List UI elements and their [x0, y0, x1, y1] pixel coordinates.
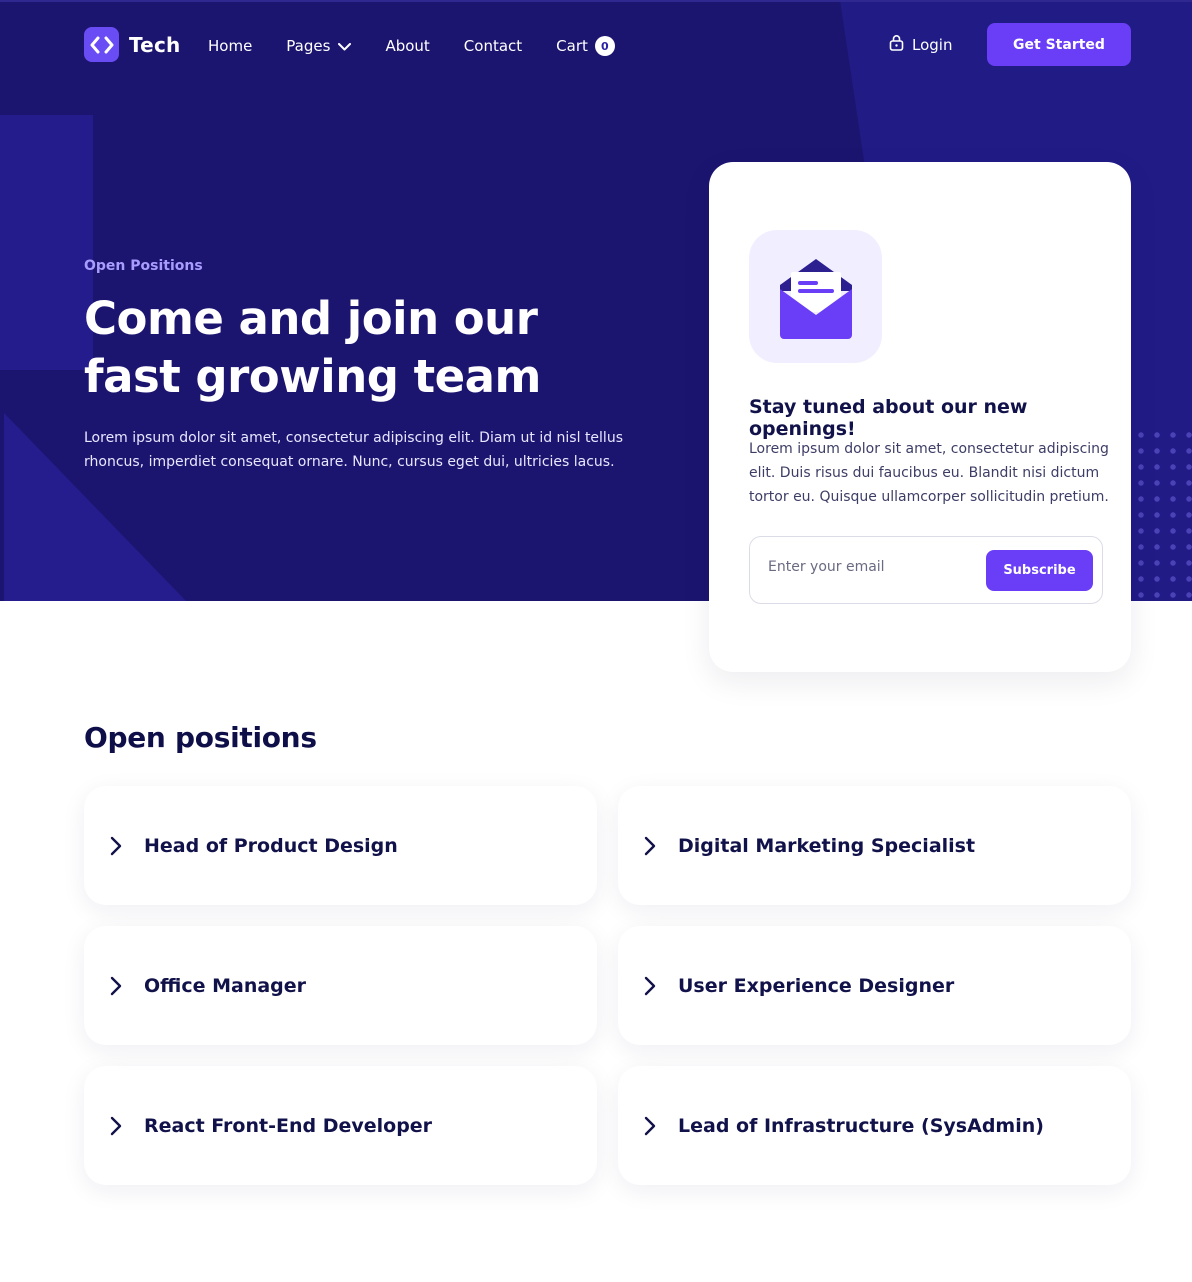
hero-top-border	[0, 0, 1192, 2]
position-card[interactable]: Digital Marketing Specialist	[618, 786, 1131, 905]
nav-about[interactable]: About	[385, 37, 429, 55]
nav-cart-label: Cart	[556, 37, 588, 55]
nav-pages-dropdown[interactable]: Pages	[286, 37, 352, 55]
position-title: Office Manager	[144, 974, 307, 997]
position-title: Lead of Infrastructure (SysAdmin)	[678, 1114, 1044, 1137]
hero-decor-rect	[0, 115, 93, 370]
mail-open-icon	[749, 230, 882, 363]
nav-home-label: Home	[208, 37, 253, 55]
subscribe-card: Stay tuned about our new openings! Lorem…	[709, 162, 1131, 672]
chevron-down-icon	[338, 37, 352, 55]
position-card[interactable]: Head of Product Design	[84, 786, 597, 905]
lock-icon	[889, 34, 904, 55]
position-card[interactable]: Office Manager	[84, 926, 597, 1045]
main-nav: Home Pages About Contact Cart 0	[208, 36, 649, 56]
get-started-button[interactable]: Get Started	[987, 23, 1131, 66]
subscribe-form: Subscribe	[749, 536, 1103, 604]
nav-contact[interactable]: Contact	[464, 37, 522, 55]
code-brackets-icon	[84, 27, 119, 62]
cart-count-badge: 0	[594, 36, 615, 56]
brand-name: Tech	[129, 32, 181, 57]
hero-eyebrow: Open Positions	[84, 258, 203, 274]
nav-home[interactable]: Home	[208, 37, 252, 55]
nav-cart[interactable]: Cart 0	[556, 36, 615, 56]
email-input[interactable]	[768, 559, 968, 575]
nav-about-label: About	[385, 37, 430, 55]
login-label: Login	[912, 35, 953, 54]
login-link[interactable]: Login	[889, 34, 952, 55]
hero-description: Lorem ipsum dolor sit amet, consectetur …	[84, 430, 623, 470]
position-title: React Front-End Developer	[144, 1114, 433, 1137]
chevron-right-icon	[110, 976, 124, 996]
position-card[interactable]: React Front-End Developer	[84, 1066, 597, 1185]
brand-logo[interactable]: Tech	[84, 27, 180, 62]
position-title: Head of Product Design	[144, 834, 398, 857]
chevron-right-icon	[644, 976, 658, 996]
position-title: User Experience Designer	[678, 974, 955, 997]
subscribe-title: Stay tuned about our new openings!	[749, 396, 1028, 440]
subscribe-description: Lorem ipsum dolor sit amet, consectetur …	[749, 441, 1109, 505]
nav-contact-label: Contact	[463, 37, 523, 55]
position-title: Digital Marketing Specialist	[678, 834, 976, 857]
open-positions-title: Open positions	[84, 721, 317, 754]
subscribe-button[interactable]: Subscribe	[986, 550, 1093, 591]
position-card[interactable]: User Experience Designer	[618, 926, 1131, 1045]
position-card[interactable]: Lead of Infrastructure (SysAdmin)	[618, 1066, 1131, 1185]
chevron-right-icon	[110, 836, 124, 856]
chevron-right-icon	[644, 1116, 658, 1136]
nav-pages-label: Pages	[286, 37, 331, 55]
decorative-dot-grid	[1133, 427, 1192, 601]
chevron-right-icon	[644, 836, 658, 856]
hero-title: Come and join our fast growing team	[84, 292, 541, 403]
chevron-right-icon	[110, 1116, 124, 1136]
